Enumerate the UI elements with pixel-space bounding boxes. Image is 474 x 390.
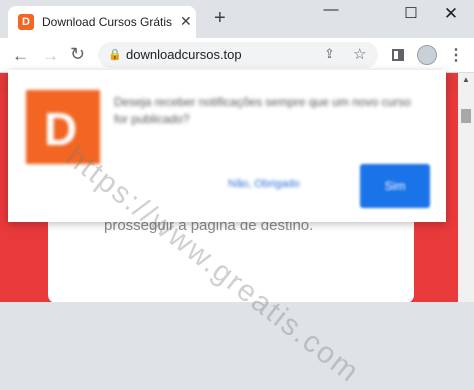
address-bar[interactable]: 🔒 downloadcursos.top ⇪ ☆ xyxy=(98,42,378,68)
site-favicon-icon: D xyxy=(18,14,34,30)
back-button[interactable]: ← xyxy=(12,46,29,66)
browser-menu-icon[interactable]: ⋮ xyxy=(448,45,464,65)
browser-toolbar: ← → ↻ 🔒 downloadcursos.top ⇪ ☆ ⋮ xyxy=(0,38,474,73)
tab-title: Download Cursos Grátis - Baixe n xyxy=(42,15,172,29)
profile-avatar[interactable] xyxy=(417,45,437,65)
scrollbar-thumb[interactable] xyxy=(461,109,471,123)
forward-button[interactable]: → xyxy=(42,46,59,66)
maximize-button[interactable]: ☐ xyxy=(396,4,426,22)
tab-close-icon[interactable]: ✕ xyxy=(180,13,192,30)
page-scrollbar[interactable]: ▲ xyxy=(458,73,474,302)
new-tab-button[interactable]: + xyxy=(214,8,226,28)
tab-strip: D Download Cursos Grátis - Baixe n ✕ + ⌄… xyxy=(0,0,474,38)
lock-icon[interactable]: 🔒 xyxy=(108,48,122,61)
url-text[interactable]: downloadcursos.top xyxy=(126,47,242,62)
bookmark-star-icon[interactable]: ☆ xyxy=(353,45,366,63)
close-window-button[interactable]: ✕ xyxy=(436,4,466,24)
reload-button[interactable]: ↻ xyxy=(70,44,85,65)
decline-button[interactable]: Não, Obrigado xyxy=(228,178,300,190)
prompt-message: Deseja receber notificações sempre que u… xyxy=(114,95,411,126)
minimize-button[interactable]: — xyxy=(316,1,346,18)
allow-button[interactable]: Sim xyxy=(360,164,430,208)
side-panel-icon[interactable] xyxy=(392,49,404,61)
share-icon[interactable]: ⇪ xyxy=(324,46,335,62)
scroll-up-arrow-icon[interactable]: ▲ xyxy=(462,75,470,84)
browser-tab[interactable]: D Download Cursos Grátis - Baixe n ✕ xyxy=(8,6,196,38)
